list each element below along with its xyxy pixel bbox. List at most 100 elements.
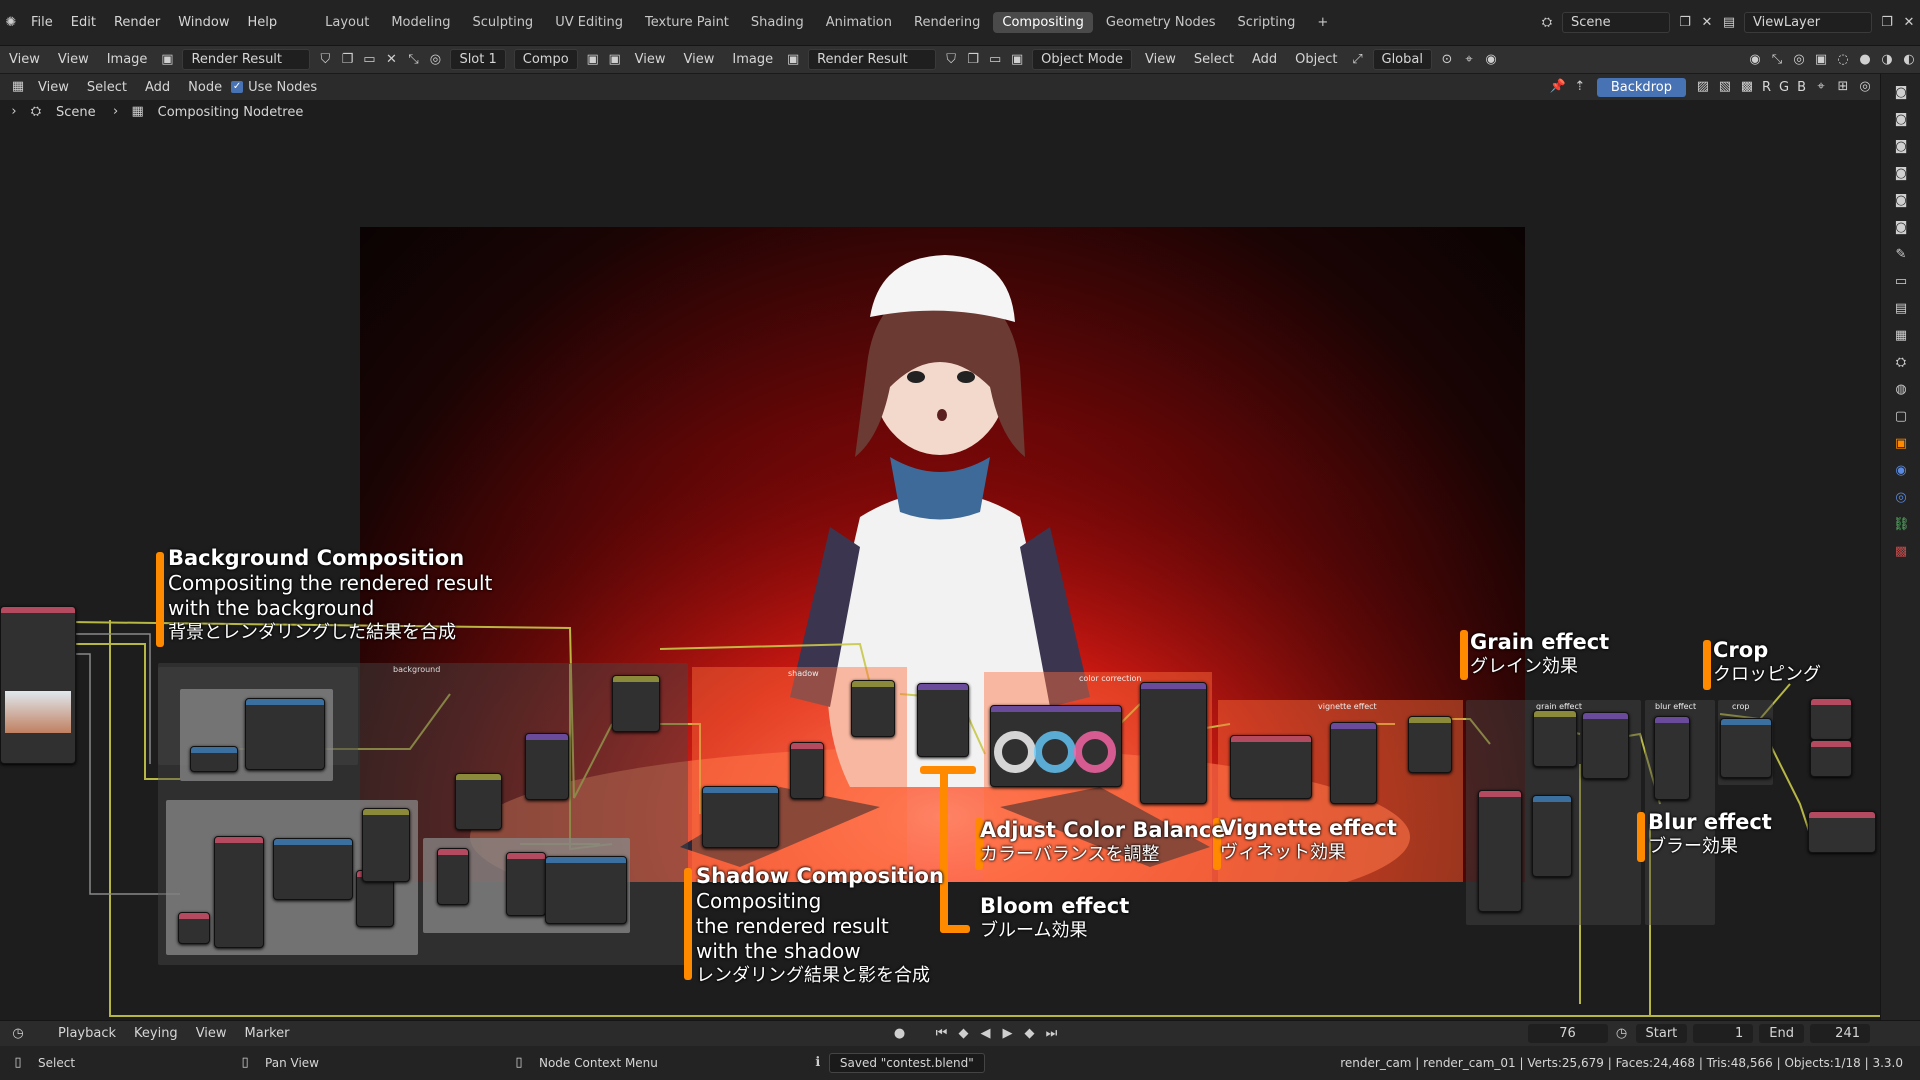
composite-node[interactable] [1810, 698, 1852, 740]
color-ramp-node-2[interactable] [273, 838, 353, 900]
overlays-icon[interactable]: ◎ [1791, 52, 1807, 68]
tab-geometry-nodes[interactable]: Geometry Nodes [1097, 12, 1225, 33]
image-menu[interactable]: Image [98, 52, 157, 67]
proportional-icon[interactable]: ◉ [1483, 52, 1499, 68]
start-frame-field[interactable]: 1 [1693, 1024, 1754, 1043]
channel-g-button[interactable]: G [1775, 80, 1793, 95]
select-menu[interactable]: Select [1185, 52, 1243, 67]
mix-node-6[interactable] [851, 680, 895, 737]
constraint-properties-icon[interactable]: ⛓ [1893, 517, 1910, 533]
tab-compositing[interactable]: Compositing [993, 12, 1093, 33]
camera-icon-6[interactable]: ◙ [1893, 220, 1909, 236]
menu-render[interactable]: Render [105, 15, 169, 30]
backdrop-color-icon[interactable]: ▨ [1695, 79, 1711, 95]
timeline-editor-icon[interactable]: ◷ [10, 1026, 26, 1042]
breadcrumb-scene[interactable]: Scene [47, 105, 105, 120]
visibility-icon[interactable]: ◉ [1747, 52, 1763, 68]
world-properties-icon[interactable]: ◍ [1893, 382, 1909, 398]
compositor-selector[interactable]: Compo [513, 49, 578, 70]
tab-rendering[interactable]: Rendering [905, 12, 989, 33]
close-view-layer-icon[interactable]: ✕ [1901, 15, 1917, 31]
parent-tree-icon[interactable]: ⇡ [1572, 79, 1588, 95]
blur-node[interactable] [525, 733, 569, 800]
new-view-layer-icon[interactable]: ❐ [1879, 15, 1895, 31]
backdrop-color-alpha-icon[interactable]: ▩ [1739, 79, 1755, 95]
mix-node-2[interactable] [455, 773, 502, 830]
mix-node-5[interactable] [612, 675, 660, 732]
viewer-node[interactable] [1810, 740, 1852, 777]
wireframe-shading-icon[interactable]: ◌ [1835, 52, 1851, 68]
checker-node[interactable] [214, 836, 264, 948]
play-reverse-icon[interactable]: ◀ [977, 1026, 993, 1042]
slot-selector[interactable]: Slot 1 [450, 49, 506, 70]
node-menu[interactable]: Node [179, 80, 231, 95]
prev-keyframe-icon[interactable]: ◆ [955, 1026, 971, 1042]
node-editor-type-icon[interactable]: ▦ [10, 79, 26, 95]
blender-logo-icon[interactable]: ✺ [3, 15, 19, 31]
file-output-node[interactable] [1808, 811, 1876, 853]
crop-node[interactable] [1720, 718, 1772, 778]
view-menu-left[interactable]: View [0, 52, 49, 67]
marker-menu[interactable]: Marker [236, 1026, 299, 1041]
modifier-properties-icon[interactable]: ◉ [1893, 463, 1909, 479]
image-menu-2[interactable]: Image [723, 52, 782, 67]
render-result-selector-2[interactable]: Render Result [808, 49, 937, 70]
channel-r-button[interactable]: R [1758, 80, 1775, 95]
value-node[interactable] [178, 912, 210, 944]
play-icon[interactable]: ▶ [999, 1026, 1015, 1042]
noise-texture-node[interactable] [1478, 790, 1522, 912]
output-properties-icon[interactable]: ▤ [1893, 301, 1909, 317]
menu-help[interactable]: Help [239, 15, 287, 30]
scene-properties-icon[interactable]: ⛭ [1893, 355, 1909, 371]
blur-node-2[interactable] [1330, 722, 1377, 804]
color-ramp-node-3[interactable] [545, 856, 627, 924]
channel-b-button[interactable]: B [1793, 80, 1810, 95]
hue-node[interactable] [790, 742, 824, 799]
menu-window[interactable]: Window [169, 15, 238, 30]
overlay-icon[interactable]: ◎ [427, 52, 443, 68]
close-icon[interactable]: ✕ [383, 52, 399, 68]
tab-uv-editing[interactable]: UV Editing [546, 12, 632, 33]
playback-menu[interactable]: Playback [49, 1026, 125, 1041]
current-frame-field[interactable]: 76 [1527, 1024, 1608, 1043]
mix-node-3[interactable] [437, 848, 469, 905]
tab-texture-paint[interactable]: Texture Paint [636, 12, 738, 33]
transform-icon[interactable]: ⤡ [405, 52, 421, 68]
snap-icon[interactable]: ⌖ [1461, 52, 1477, 68]
rendered-shading-icon[interactable]: ◐ [1901, 52, 1917, 68]
object-properties-icon[interactable]: ▣ [1893, 436, 1909, 452]
tab-scripting[interactable]: Scripting [1229, 12, 1305, 33]
material-shading-icon[interactable]: ◑ [1879, 52, 1895, 68]
color-ramp-node[interactable] [245, 698, 325, 770]
shield-icon[interactable]: ⛉ [317, 52, 333, 68]
tab-sculpting[interactable]: Sculpting [463, 12, 542, 33]
texture-properties-icon[interactable]: ▩ [1893, 544, 1909, 560]
close-scene-icon[interactable]: ✕ [1699, 15, 1715, 31]
image-editor-icon[interactable]: ▣ [607, 52, 623, 68]
view-layer-selector[interactable]: ViewLayer [1744, 12, 1872, 33]
filter-node[interactable] [1582, 712, 1629, 779]
breadcrumb-nodetree[interactable]: Compositing Nodetree [149, 105, 313, 120]
node-select-menu[interactable]: Select [78, 80, 136, 95]
folder-icon-2[interactable]: ▭ [987, 52, 1003, 68]
tab-layout[interactable]: Layout [316, 12, 378, 33]
node-add-menu[interactable]: Add [136, 80, 179, 95]
snap-grid-icon[interactable]: ⊞ [1835, 79, 1851, 95]
render-layers-node[interactable] [0, 606, 76, 764]
physics-properties-icon[interactable]: ◎ [1893, 490, 1909, 506]
copy-icon-2[interactable]: ❐ [965, 52, 981, 68]
next-keyframe-icon[interactable]: ◆ [1021, 1026, 1037, 1042]
blur-node-3[interactable] [1654, 716, 1690, 800]
timeline-view-menu[interactable]: View [187, 1026, 236, 1041]
tab-animation[interactable]: Animation [817, 12, 901, 33]
folder-icon[interactable]: ▭ [361, 52, 377, 68]
jump-start-icon[interactable]: ⏮ [933, 1026, 949, 1042]
copy-icon[interactable]: ❐ [339, 52, 355, 68]
view-menu[interactable]: View [49, 52, 98, 67]
add-workspace-button[interactable]: + [1308, 12, 1337, 33]
new-scene-icon[interactable]: ❐ [1677, 15, 1693, 31]
object-menu[interactable]: Object [1286, 52, 1346, 67]
camera-icon-5[interactable]: ◙ [1893, 193, 1909, 209]
gizmo-icon[interactable]: ⤡ [1769, 52, 1785, 68]
node-view-menu[interactable]: View [29, 80, 78, 95]
